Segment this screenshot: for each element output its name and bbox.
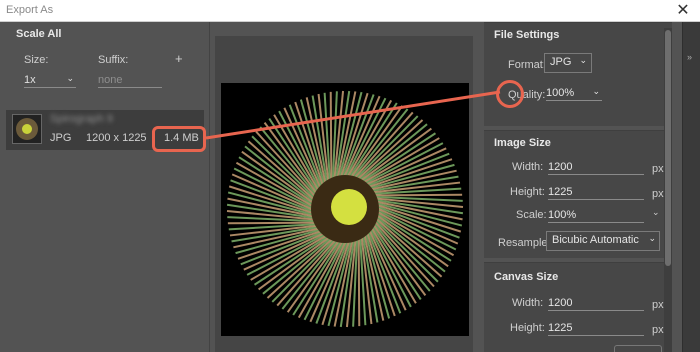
filesize-annotation-box — [152, 126, 206, 152]
quality-annotation-circle — [496, 80, 524, 108]
annotation-connector — [205, 90, 501, 140]
